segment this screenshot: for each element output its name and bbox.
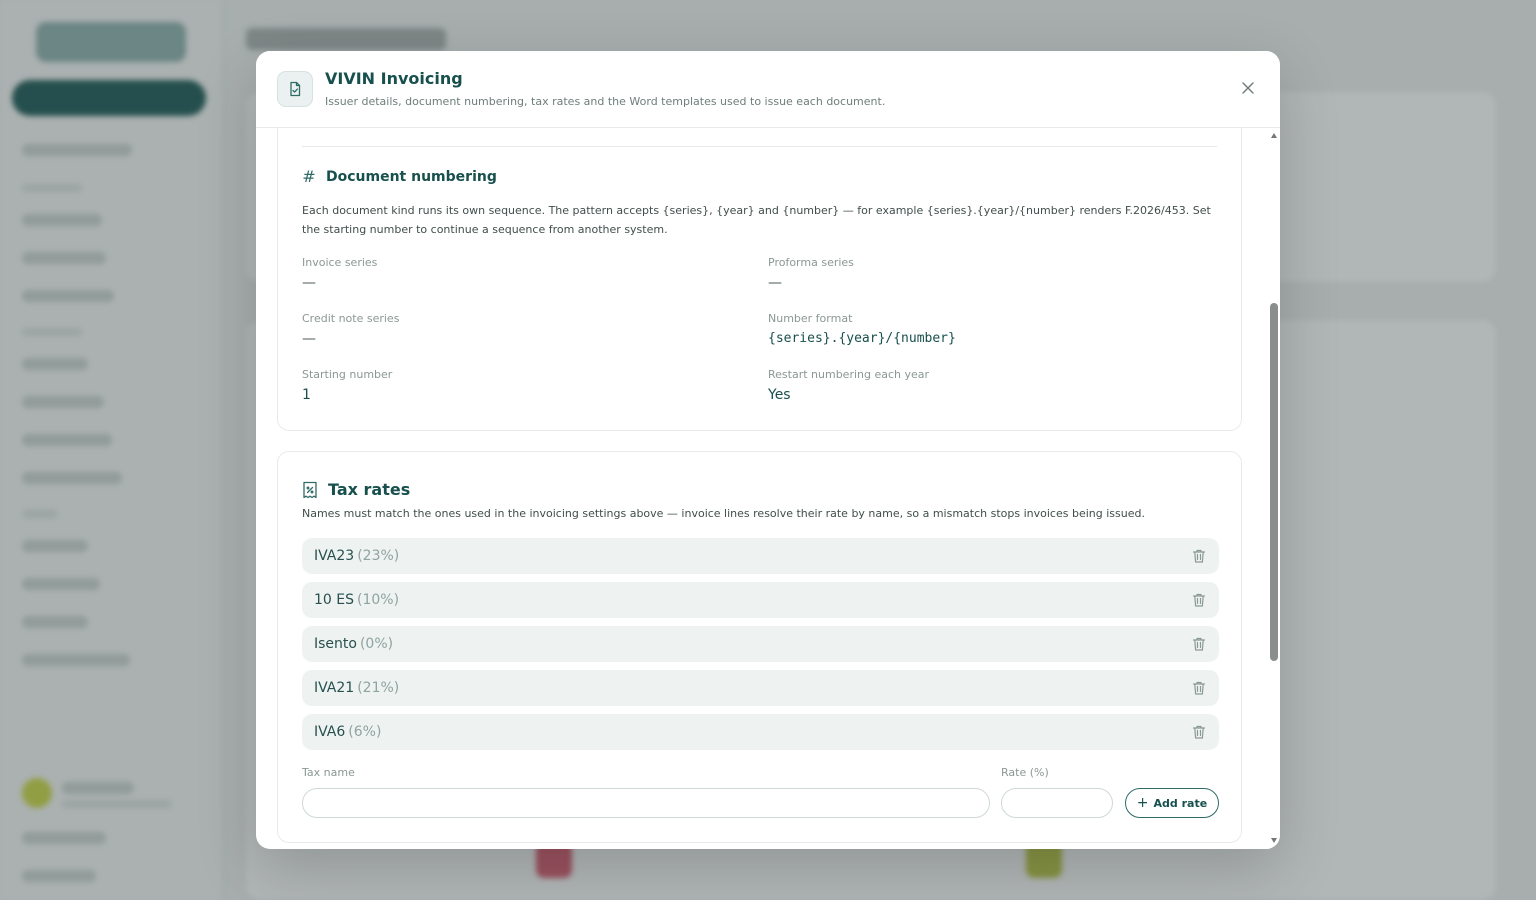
- modal-scrollbar[interactable]: [1268, 128, 1280, 849]
- add-rate-label: Add rate: [1153, 796, 1208, 810]
- modal-title: VIVIN Invoicing: [325, 69, 463, 88]
- rate-percent-label: Rate (%): [1001, 766, 1049, 779]
- invoice-series-field: Invoice series —: [302, 256, 377, 291]
- tax-name-label: Tax name: [302, 766, 355, 779]
- document-check-icon: [277, 71, 313, 107]
- tax-rate-row: 10 ES (10%): [302, 582, 1219, 618]
- number-format-field: Number format {series}.{year}/{number}: [768, 312, 956, 346]
- field-value: Yes: [768, 387, 791, 403]
- trash-icon[interactable]: [1191, 724, 1207, 740]
- trash-icon[interactable]: [1191, 548, 1207, 564]
- field-value: 1: [302, 387, 311, 403]
- plus-icon: +: [1136, 795, 1149, 811]
- document-numbering-heading: # Document numbering: [302, 167, 497, 186]
- close-icon[interactable]: [1238, 78, 1258, 98]
- tax-rates-heading: Tax rates: [302, 480, 410, 499]
- trash-icon[interactable]: [1191, 592, 1207, 608]
- tax-rate-percent: (10%): [357, 592, 400, 608]
- modal-header: VIVIN Invoicing Issuer details, document…: [256, 51, 1280, 128]
- section-title: Document numbering: [326, 168, 497, 185]
- tax-rate-name: IVA6: [314, 724, 346, 740]
- tax-rate-row: IVA23 (23%): [302, 538, 1219, 574]
- field-label: Credit note series: [302, 312, 400, 325]
- field-label: Number format: [768, 312, 853, 325]
- field-label: Restart numbering each year: [768, 368, 930, 381]
- scroll-up-arrow-icon[interactable]: [1271, 133, 1277, 138]
- trash-icon[interactable]: [1191, 636, 1207, 652]
- tax-rate-percent: (0%): [359, 636, 394, 652]
- section-description: Each document kind runs its own sequence…: [302, 204, 1211, 236]
- tax-rate-row: Isento (0%): [302, 626, 1219, 662]
- add-rate-button[interactable]: + Add rate: [1125, 788, 1219, 818]
- field-value: —: [302, 275, 316, 291]
- section-description: Names must match the ones used in the in…: [302, 507, 1145, 520]
- scroll-down-arrow-icon[interactable]: [1271, 838, 1277, 843]
- section-title: Tax rates: [328, 480, 411, 499]
- trash-icon[interactable]: [1191, 680, 1207, 696]
- tax-rate-percent: (6%): [348, 724, 382, 740]
- tax-rate-percent: (23%): [357, 548, 400, 564]
- tax-rates-section: Tax rates Names must match the ones used…: [277, 451, 1242, 843]
- receipt-percent-icon: [303, 481, 317, 498]
- tax-name-input[interactable]: [302, 788, 990, 818]
- document-numbering-section: # Document numbering Each document kind …: [277, 128, 1242, 431]
- tax-rate-name: Isento: [314, 636, 357, 652]
- field-value: —: [768, 275, 782, 291]
- field-label: Starting number: [302, 368, 393, 381]
- tax-rate-row: IVA21 (21%): [302, 670, 1219, 706]
- tax-rate-row: IVA6 (6%): [302, 714, 1219, 750]
- modal-body: # Document numbering Each document kind …: [256, 128, 1268, 849]
- tax-rate-name: IVA23: [314, 548, 355, 564]
- proforma-series-field: Proforma series —: [768, 256, 854, 291]
- invoicing-modal: VIVIN Invoicing Issuer details, document…: [256, 51, 1280, 849]
- starting-number-field: Starting number 1: [302, 368, 392, 403]
- hash-icon: #: [302, 167, 316, 186]
- tax-rate-name: IVA21: [314, 680, 355, 696]
- field-label: Proforma series: [768, 256, 854, 269]
- restart-numbering-field: Restart numbering each year Yes: [768, 368, 929, 403]
- field-value: {series}.{year}/{number}: [768, 331, 956, 346]
- section-divider: [302, 146, 1217, 147]
- field-value: —: [302, 331, 316, 347]
- tax-rate-percent: (21%): [357, 680, 400, 696]
- modal-subtitle: Issuer details, document numbering, tax …: [325, 95, 886, 108]
- field-label: Invoice series: [302, 256, 378, 269]
- rate-percent-input[interactable]: [1001, 788, 1113, 818]
- credit-note-series-field: Credit note series —: [302, 312, 399, 347]
- scrollbar-thumb[interactable]: [1270, 303, 1278, 661]
- tax-rate-name: 10 ES: [314, 592, 354, 608]
